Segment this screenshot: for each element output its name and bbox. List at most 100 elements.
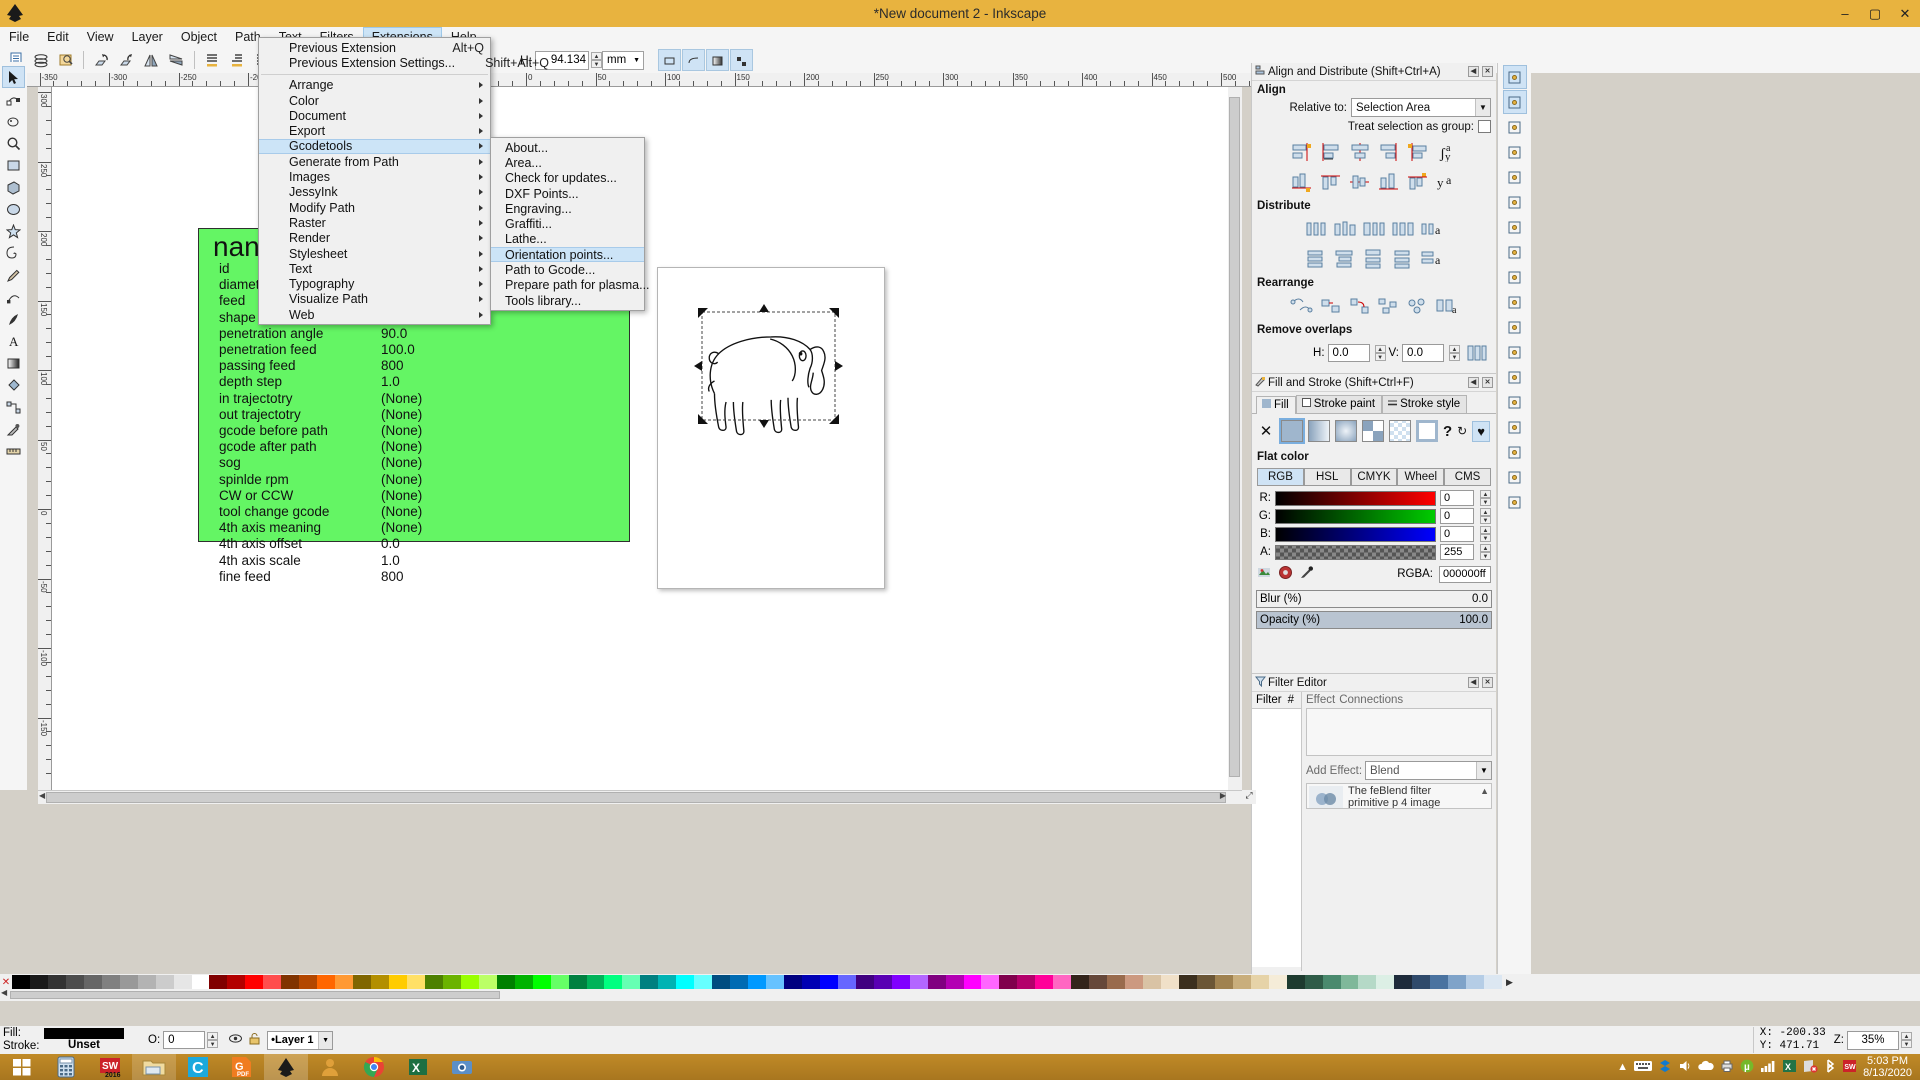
drawing-canvas[interactable]: nan id diameter feed shape penetration angle… — [52, 87, 1242, 790]
color-palette[interactable] — [12, 975, 1503, 989]
channel-b-spinner[interactable]: ▲ ▼ — [1480, 526, 1491, 542]
network-signal-icon[interactable] — [1760, 1059, 1776, 1076]
minimize-button[interactable]: – — [1830, 0, 1860, 27]
excel-taskbar-icon[interactable]: X — [396, 1054, 440, 1080]
palette-swatch[interactable] — [1053, 975, 1072, 989]
palette-swatch[interactable] — [496, 975, 515, 989]
extensions-menu-item-jessyink[interactable]: JessyInk — [259, 185, 490, 200]
camera-icon[interactable] — [440, 1054, 484, 1080]
palette-swatch[interactable] — [712, 975, 731, 989]
palette-swatch[interactable] — [155, 975, 174, 989]
paint-bucket-tool[interactable] — [2, 374, 25, 396]
palette-swatch[interactable] — [514, 975, 533, 989]
palette-swatch[interactable] — [1268, 975, 1287, 989]
width-spinner[interactable]: ▲ ▼ — [591, 52, 602, 68]
snap-enable-icon[interactable] — [1502, 65, 1527, 89]
layer-visibility-icon[interactable] — [228, 1032, 243, 1048]
distribute-gaps-horizontally-icon[interactable] — [1360, 217, 1388, 241]
snap-path-intersection-icon[interactable] — [1503, 240, 1527, 264]
extensions-menu-item-arrange[interactable]: Arrange — [259, 78, 490, 93]
layers-icon[interactable] — [28, 48, 53, 72]
palette-swatch[interactable] — [855, 975, 874, 989]
palette-swatch[interactable] — [1214, 975, 1233, 989]
align-baseline-anchors-icon[interactable]: ya — [1433, 170, 1461, 194]
extensions-menu-item-web[interactable]: Web — [259, 307, 490, 322]
palette-swatch[interactable] — [227, 975, 246, 989]
swatch-icon[interactable] — [1389, 420, 1411, 442]
palette-swatch[interactable] — [1143, 975, 1161, 989]
question-mark-icon[interactable]: ? — [1443, 423, 1452, 440]
extensions-menu-item-previous-extension[interactable]: Previous Extension Alt+Q — [259, 40, 490, 55]
channel-r-slider[interactable] — [1275, 490, 1436, 506]
snap-path-icon[interactable] — [1503, 215, 1527, 239]
palette-swatch[interactable] — [47, 975, 66, 989]
palette-swatch[interactable] — [65, 975, 84, 989]
solidworks-2016-icon[interactable]: SW 2016 — [88, 1054, 132, 1080]
align-collapse-icon[interactable]: ◀ — [1468, 66, 1479, 77]
gcodetools-menu-item-engraving[interactable]: Engraving... — [491, 201, 644, 216]
palette-swatch[interactable] — [1089, 975, 1108, 989]
channel-a-slider[interactable] — [1275, 544, 1436, 560]
extensions-menu-item-previous-extension-settings[interactable]: Previous Extension Settings... Shift+Alt+… — [259, 55, 549, 70]
exchange-positions-selection-order-icon[interactable] — [1288, 294, 1316, 318]
snap-object-center-icon[interactable] — [1503, 340, 1527, 364]
align-text-anchors-horizontally-icon[interactable]: ʃay — [1433, 140, 1461, 164]
exchange-positions-zorder-icon[interactable] — [1317, 294, 1345, 318]
lower-to-bottom-icon[interactable] — [200, 48, 225, 72]
extensions-menu-item-document[interactable]: Document — [259, 108, 490, 123]
mode-wheel[interactable]: Wheel — [1397, 468, 1445, 486]
palette-swatch[interactable] — [389, 975, 407, 989]
distribute-right-edges-icon[interactable] — [1389, 217, 1417, 241]
palette-swatch[interactable] — [981, 975, 1000, 989]
palette-swatch[interactable] — [281, 975, 300, 989]
channel-g-spinner[interactable]: ▲ ▼ — [1480, 508, 1491, 524]
palette-swatch[interactable] — [532, 975, 551, 989]
channel-r-input[interactable]: 0 — [1440, 490, 1474, 506]
mode-cmyk[interactable]: CMYK — [1350, 468, 1398, 486]
connections-area[interactable] — [1306, 708, 1492, 756]
zoom-tool[interactable] — [2, 132, 25, 154]
palette-swatch[interactable] — [209, 975, 228, 989]
mode-rgb[interactable]: RGB — [1257, 468, 1304, 486]
gcodetools-menu-item-dxf-points[interactable]: DXF Points... — [491, 186, 644, 201]
extensions-menu-item-modify-path[interactable]: Modify Path — [259, 200, 490, 215]
extensions-menu-item-color[interactable]: Color — [259, 93, 490, 108]
overlap-v-input[interactable]: 0.0 — [1402, 344, 1444, 362]
rgba-input[interactable]: 000000ff — [1439, 565, 1491, 583]
pattern-icon[interactable] — [1362, 420, 1384, 442]
spiral-tool[interactable] — [2, 242, 25, 264]
align-left-edge-to-right-anchor-icon[interactable] — [1404, 140, 1432, 164]
align-close-icon[interactable]: ✕ — [1482, 66, 1493, 77]
blur-slider-row[interactable]: Blur (%) 0.0 — [1256, 590, 1492, 608]
opacity-slider-row[interactable]: Opacity (%) 100.0 — [1256, 611, 1492, 629]
align-top-edges-icon[interactable] — [1317, 170, 1345, 194]
layer-select[interactable]: •Layer 1 ▼ — [267, 1030, 334, 1050]
menu-file[interactable]: File — [0, 27, 38, 47]
remove-overlaps-rearrange-icon[interactable]: a — [1433, 294, 1461, 318]
calculator-icon[interactable] — [44, 1054, 88, 1080]
palette-swatch[interactable] — [1232, 975, 1251, 989]
channel-b-input[interactable]: 0 — [1440, 526, 1474, 542]
palette-swatch[interactable] — [550, 975, 569, 989]
overlap-v-spinner[interactable]: ▲ ▼ — [1449, 345, 1460, 361]
palette-swatch[interactable] — [442, 975, 461, 989]
node-tool[interactable] — [2, 88, 25, 110]
palette-swatch[interactable] — [694, 975, 713, 989]
palette-swatch[interactable] — [1358, 975, 1377, 989]
palette-swatch[interactable] — [1322, 975, 1341, 989]
overlap-h-input[interactable]: 0.0 — [1327, 344, 1370, 362]
measure-tool[interactable] — [2, 440, 25, 462]
snap-page-border-icon[interactable] — [1503, 415, 1527, 439]
center-on-horizontal-axis-icon[interactable] — [1346, 170, 1374, 194]
selector-tool[interactable] — [2, 66, 25, 88]
align-bottom-edges-icon[interactable] — [1375, 170, 1403, 194]
snap-bbox-edge-icon[interactable] — [1503, 115, 1527, 139]
palette-swatch[interactable] — [622, 975, 641, 989]
channel-r-spinner[interactable]: ▲ ▼ — [1480, 490, 1491, 506]
palette-swatch[interactable] — [640, 975, 659, 989]
dropper-tool[interactable] — [2, 418, 25, 440]
palette-swatch[interactable] — [460, 975, 479, 989]
menu-object[interactable]: Object — [172, 27, 226, 47]
distribute-bottom-edges-icon[interactable] — [1389, 247, 1417, 271]
distribute-left-edges-icon[interactable] — [1302, 217, 1330, 241]
